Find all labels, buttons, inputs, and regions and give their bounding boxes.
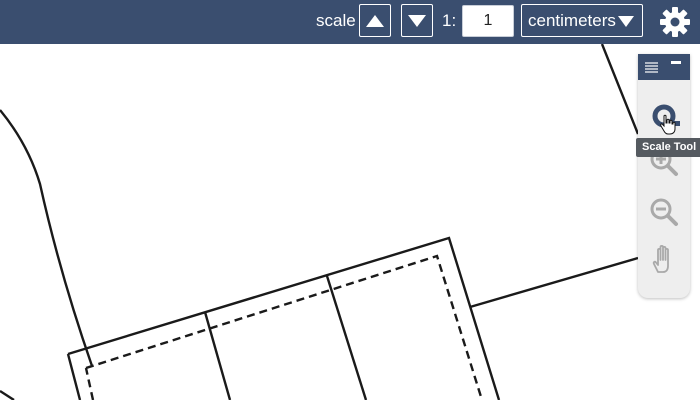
top-toolbar: scale 1: centimeters (0, 0, 700, 44)
tool-panel-header[interactable] (638, 54, 690, 80)
scale-ratio-input[interactable] (462, 5, 514, 37)
units-dropdown[interactable]: centimeters (521, 4, 643, 37)
triangle-up-icon (366, 14, 384, 27)
drawing-canvas[interactable] (0, 43, 700, 400)
minimize-icon[interactable] (667, 56, 685, 70)
building-divider-left (203, 311, 232, 400)
ratio-prefix: 1: (442, 11, 457, 30)
tape-measure-icon[interactable] (644, 98, 684, 138)
drawing-svg (0, 43, 640, 400)
road-outline-left (0, 109, 94, 367)
chevron-down-icon (618, 16, 634, 27)
hand-icon[interactable] (644, 240, 684, 280)
units-selected-value: centimeters (528, 11, 616, 30)
zoom-out-icon[interactable] (644, 192, 684, 232)
tooltip: Scale Tool (636, 138, 700, 157)
scale-label: scale (316, 11, 356, 30)
bottom-corner-line (0, 389, 15, 400)
road-outline-right (600, 43, 640, 135)
building-divider-right (325, 275, 368, 400)
menu-icon (645, 62, 658, 73)
gear-icon[interactable] (659, 6, 691, 38)
app-window: scale 1: centimeters (0, 0, 700, 400)
scale-down-button[interactable] (401, 4, 433, 37)
tool-panel (638, 54, 690, 298)
scale-up-button[interactable] (359, 4, 391, 37)
property-line (469, 256, 639, 309)
setback-line (84, 254, 484, 400)
triangle-down-icon (408, 14, 426, 27)
building-outline (66, 236, 501, 400)
